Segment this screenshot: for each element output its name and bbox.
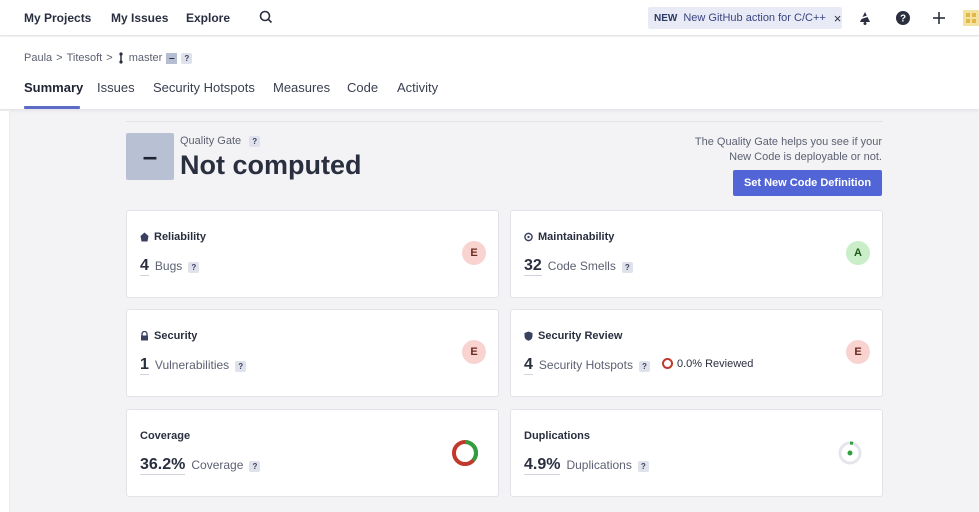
project-page: Paula > Titesoft > master – ? Summary Is… (0, 37, 979, 512)
reliability-card[interactable]: Reliability 4 Bugs ? E (126, 210, 499, 298)
tab-issues[interactable]: Issues (97, 80, 135, 95)
card-title-text: Reliability (154, 231, 206, 243)
metric: 32 Code Smells ? (524, 257, 633, 276)
metric-label: Security Hotspots (538, 358, 633, 372)
metric: 4 Security Hotspots ? 0.0% Reviewed (524, 356, 753, 375)
coverage-value[interactable]: 36.2% (140, 456, 186, 475)
plus-icon[interactable] (931, 10, 947, 26)
coverage-card[interactable]: Coverage 36.2% Coverage ? (126, 409, 499, 497)
help-icon[interactable]: ? (637, 461, 649, 472)
top-navigation-bar: My Projects My Issues Explore NEW New Gi… (0, 0, 979, 36)
duplications-card[interactable]: Duplications 4.9% Duplications ? (510, 409, 883, 497)
help-icon[interactable]: ? (188, 262, 200, 273)
metric: 4 Bugs ? (140, 257, 200, 276)
project-header: Paula > Titesoft > master – ? Summary Is… (0, 37, 979, 110)
branch-status-chip: – (166, 52, 178, 64)
notification-icon[interactable] (857, 10, 873, 26)
quality-gate-help-line: New Code is deployable or not. (729, 151, 882, 163)
shield-icon (524, 331, 533, 341)
news-banner[interactable]: NEW New GitHub action for C/C++ × (648, 7, 842, 29)
tab-code[interactable]: Code (347, 80, 378, 95)
quality-gate-help-text: The Quality Gate helps you see if your N… (650, 135, 882, 165)
coverage-donut-icon (452, 440, 478, 466)
help-icon[interactable]: ? (895, 10, 911, 26)
news-badge: NEW (654, 12, 678, 24)
help-icon[interactable]: ? (249, 135, 261, 147)
quality-gate-status: Not computed (180, 150, 362, 180)
hotspots-reviewed[interactable]: 0.0% Reviewed (661, 357, 754, 370)
reviewed-text: 0.0% Reviewed (676, 357, 754, 370)
security-review-card[interactable]: Security Review 4 Security Hotspots ? 0.… (510, 309, 883, 397)
help-icon[interactable]: ? (249, 461, 261, 472)
security-card[interactable]: Security 1 Vulnerabilities ? E (126, 309, 499, 397)
card-title-text: Security (154, 330, 198, 342)
breadcrumb-project[interactable]: Titesoft (67, 52, 103, 64)
help-icon[interactable]: ? (621, 262, 633, 273)
quality-gate-status-box: – (126, 133, 174, 180)
help-icon[interactable]: ? (235, 361, 247, 372)
rating-badge[interactable]: E (846, 340, 870, 364)
rating-badge[interactable]: A (846, 241, 870, 265)
breadcrumb-separator: > (106, 52, 113, 64)
quality-gate-symbol: – (142, 141, 158, 171)
card-title-text: Coverage (140, 430, 191, 442)
active-tab-indicator (24, 106, 80, 109)
vulnerabilities-count[interactable]: 1 (140, 356, 149, 375)
metric: 1 Vulnerabilities ? (140, 356, 247, 375)
avatar[interactable] (963, 10, 979, 26)
card-title: Security (140, 330, 197, 342)
duplications-donut-icon (838, 441, 862, 465)
news-text[interactable]: New GitHub action for C/C++ (683, 12, 825, 24)
quality-gate-label-text: Quality Gate (180, 135, 242, 147)
search-icon[interactable] (258, 9, 274, 25)
duplications-value[interactable]: 4.9% (524, 456, 561, 475)
metric-label: Vulnerabilities (154, 358, 230, 372)
tab-summary[interactable]: Summary (24, 80, 83, 95)
metric: 36.2% Coverage ? (140, 456, 261, 475)
maintainability-card[interactable]: Maintainability 32 Code Smells ? A (510, 210, 883, 298)
quality-gate-label: Quality Gate ? (180, 135, 261, 147)
gear-icon (524, 232, 533, 242)
bugs-count[interactable]: 4 (140, 257, 149, 276)
card-title-text: Security Review (538, 330, 623, 342)
bug-icon (140, 232, 149, 242)
nav-explore[interactable]: Explore (186, 11, 230, 25)
tab-activity[interactable]: Activity (397, 80, 438, 95)
help-icon[interactable]: ? (181, 52, 193, 64)
breadcrumb: Paula > Titesoft > master – ? (24, 52, 193, 64)
tab-security-hotspots[interactable]: Security Hotspots (153, 80, 255, 95)
card-title: Duplications (524, 430, 590, 442)
help-icon[interactable]: ? (638, 361, 650, 372)
card-title-text: Maintainability (538, 231, 615, 243)
card-title: Maintainability (524, 231, 614, 243)
rating-badge[interactable]: E (462, 241, 486, 265)
metric: 4.9% Duplications ? (524, 456, 649, 475)
lock-icon (141, 331, 148, 341)
card-title: Reliability (140, 231, 206, 243)
nav-my-issues[interactable]: My Issues (111, 11, 168, 25)
nav-my-projects[interactable]: My Projects (24, 11, 91, 25)
branch-icon (119, 52, 123, 64)
card-title: Coverage (140, 430, 190, 442)
rating-badge[interactable]: E (462, 340, 486, 364)
news-close-button[interactable]: × (834, 11, 842, 26)
left-panel-edge (0, 111, 10, 512)
metric-label: Coverage (191, 458, 244, 472)
quality-gate-help-line: The Quality Gate helps you see if your (694, 136, 882, 148)
code-smells-count[interactable]: 32 (524, 257, 542, 276)
tab-measures[interactable]: Measures (273, 80, 330, 95)
svg-text:?: ? (900, 14, 906, 25)
security-hotspots-count[interactable]: 4 (524, 356, 533, 375)
metric-label: Bugs (154, 259, 183, 273)
branch-name[interactable]: master (129, 52, 163, 64)
reviewed-ring-icon (661, 358, 673, 369)
divider (126, 121, 883, 122)
card-title-text: Duplications (524, 430, 591, 442)
breadcrumb-organization[interactable]: Paula (24, 52, 52, 64)
set-new-code-definition-button[interactable]: Set New Code Definition (733, 170, 882, 196)
card-title: Security Review (524, 330, 622, 342)
metric-label: Duplications (566, 458, 632, 472)
breadcrumb-separator: > (56, 52, 63, 64)
metric-label: Code Smells (547, 259, 616, 273)
